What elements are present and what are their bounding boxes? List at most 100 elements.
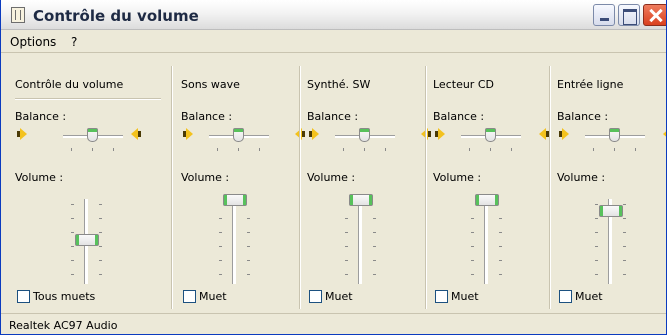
menu-options[interactable]: Options bbox=[10, 35, 56, 49]
mute-label: Muet bbox=[575, 290, 603, 303]
volume-tick bbox=[471, 246, 474, 247]
volume-tick bbox=[595, 246, 598, 247]
volume-tick bbox=[373, 246, 376, 247]
app-icon bbox=[11, 7, 25, 23]
status-bar: Realtek AC97 Audio bbox=[1, 313, 666, 334]
checkbox-box[interactable] bbox=[435, 290, 448, 303]
speaker-left-icon bbox=[17, 128, 29, 140]
volume-tick bbox=[471, 218, 474, 219]
balance-tick bbox=[71, 148, 72, 151]
speaker-left-icon bbox=[559, 128, 571, 140]
menu-help[interactable]: ? bbox=[71, 35, 77, 49]
checkbox-box[interactable] bbox=[309, 290, 322, 303]
checkbox-box[interactable] bbox=[559, 290, 572, 303]
close-icon[interactable] bbox=[643, 4, 666, 26]
volume-tick bbox=[247, 246, 250, 247]
volume-track[interactable] bbox=[484, 199, 488, 284]
channel-separator bbox=[549, 66, 551, 309]
volume-tick bbox=[71, 218, 74, 219]
channel-separator bbox=[299, 66, 301, 309]
balance-slider-thumb[interactable] bbox=[359, 128, 370, 142]
speaker-right-icon bbox=[661, 128, 666, 140]
balance-tick bbox=[511, 148, 512, 151]
balance-label: Balance : bbox=[557, 110, 609, 123]
channel-wave: Sons wave Balance : Volume : Muet bbox=[181, 66, 299, 309]
volume-tick bbox=[99, 232, 102, 233]
volume-slider-thumb[interactable] bbox=[475, 194, 499, 206]
checkbox-box[interactable] bbox=[17, 290, 30, 303]
balance-tick bbox=[343, 148, 344, 151]
volume-label: Volume : bbox=[433, 171, 482, 184]
balance-slider-thumb[interactable] bbox=[87, 128, 98, 142]
volume-tick bbox=[247, 274, 250, 275]
checkbox-box[interactable] bbox=[183, 290, 196, 303]
volume-tick bbox=[247, 218, 250, 219]
volume-tick bbox=[471, 274, 474, 275]
maximize-icon[interactable] bbox=[618, 4, 640, 26]
volume-tick bbox=[99, 274, 102, 275]
volume-tick bbox=[623, 246, 626, 247]
volume-tick bbox=[623, 218, 626, 219]
volume-tick bbox=[247, 232, 250, 233]
volume-tick bbox=[345, 232, 348, 233]
volume-tick bbox=[99, 218, 102, 219]
menu-bar: Options ? bbox=[1, 31, 666, 53]
volume-track[interactable] bbox=[358, 199, 362, 284]
volume-tick bbox=[499, 260, 502, 261]
volume-tick bbox=[345, 260, 348, 261]
volume-tick bbox=[71, 246, 74, 247]
channel-name: Contrôle du volume bbox=[15, 78, 124, 91]
volume-tick bbox=[595, 232, 598, 233]
divider bbox=[15, 98, 161, 100]
volume-control-window: Contrôle du volume Options ? Contrôle du… bbox=[0, 0, 667, 335]
volume-slider-thumb[interactable] bbox=[349, 194, 373, 206]
channel-line-in: Entrée ligne Balance : Volume : Muet bbox=[557, 66, 666, 309]
volume-tick bbox=[247, 260, 250, 261]
balance-slider-thumb[interactable] bbox=[233, 128, 244, 142]
volume-tick bbox=[499, 232, 502, 233]
volume-tick bbox=[595, 218, 598, 219]
balance-tick bbox=[385, 148, 386, 151]
volume-slider-thumb[interactable] bbox=[223, 194, 247, 206]
speaker-left-icon bbox=[183, 128, 195, 140]
title-bar[interactable]: Contrôle du volume bbox=[1, 0, 666, 30]
volume-tick bbox=[99, 260, 102, 261]
volume-track[interactable] bbox=[232, 199, 236, 284]
volume-slider-thumb[interactable] bbox=[599, 205, 623, 217]
speaker-right-icon bbox=[537, 128, 549, 140]
volume-tick bbox=[373, 274, 376, 275]
balance-slider-thumb[interactable] bbox=[485, 128, 496, 142]
channel-name: Synthé. SW bbox=[307, 78, 371, 91]
balance-tick bbox=[593, 148, 594, 151]
balance-slider-thumb[interactable] bbox=[609, 128, 620, 142]
volume-tick bbox=[345, 218, 348, 219]
mute-label: Muet bbox=[325, 290, 353, 303]
volume-tick bbox=[595, 260, 598, 261]
window-title: Contrôle du volume bbox=[33, 7, 199, 25]
volume-tick bbox=[471, 232, 474, 233]
mute-label: Muet bbox=[199, 290, 227, 303]
volume-tick bbox=[71, 204, 74, 205]
volume-tick bbox=[595, 204, 598, 205]
volume-tick bbox=[623, 204, 626, 205]
volume-tick bbox=[499, 246, 502, 247]
channel-cd: Lecteur CD Balance : Volume : Muet bbox=[433, 66, 551, 309]
volume-tick bbox=[471, 260, 474, 261]
speaker-left-icon bbox=[309, 128, 321, 140]
balance-tick bbox=[364, 148, 365, 151]
volume-tick bbox=[499, 218, 502, 219]
volume-tick bbox=[99, 204, 102, 205]
volume-tick bbox=[219, 218, 222, 219]
balance-tick bbox=[469, 148, 470, 151]
channel-synth: Synthé. SW Balance : Volume : Muet bbox=[307, 66, 425, 309]
channel-separator bbox=[171, 66, 173, 309]
mute-label: Muet bbox=[451, 290, 479, 303]
minimize-icon[interactable] bbox=[593, 4, 615, 26]
volume-tick bbox=[71, 274, 74, 275]
mute-label: Tous muets bbox=[33, 290, 96, 303]
channel-name: Lecteur CD bbox=[433, 78, 494, 91]
status-text: Realtek AC97 Audio bbox=[9, 319, 118, 332]
volume-label: Volume : bbox=[557, 171, 606, 184]
volume-tick bbox=[623, 232, 626, 233]
volume-slider-thumb[interactable] bbox=[75, 234, 99, 246]
